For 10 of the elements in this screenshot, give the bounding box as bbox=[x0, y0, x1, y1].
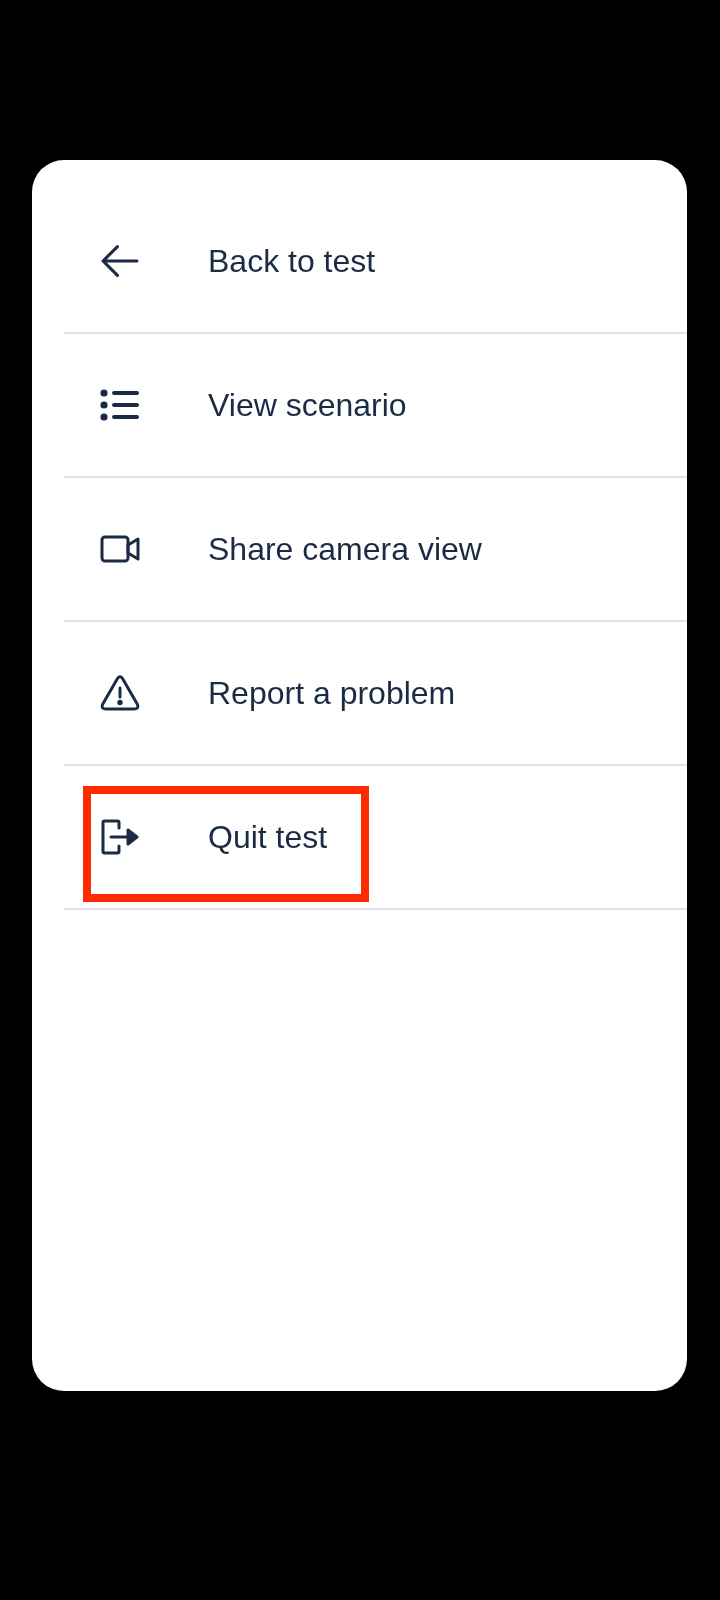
menu-item[interactable]: Back to test bbox=[64, 190, 687, 334]
menu-item[interactable]: View scenario bbox=[64, 334, 687, 478]
menu-item[interactable]: Report a problem bbox=[64, 622, 687, 766]
exit-icon bbox=[101, 819, 139, 855]
list-icon bbox=[100, 389, 140, 421]
video-camera-icon bbox=[100, 535, 140, 563]
warning-icon bbox=[100, 675, 140, 711]
menu-item[interactable]: Quit test bbox=[64, 766, 687, 910]
back-arrow-icon bbox=[101, 244, 139, 278]
menu-item[interactable]: Share camera view bbox=[64, 478, 687, 622]
